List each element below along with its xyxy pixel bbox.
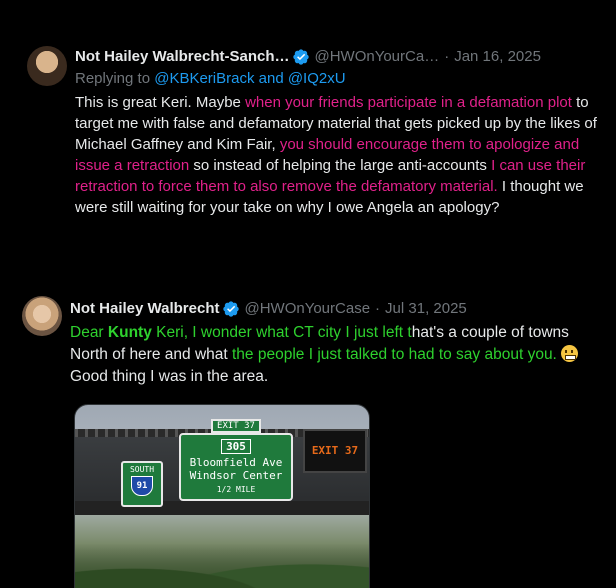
tweet-header: Not Hailey Walbrecht @HWOnYourCase · Jul… bbox=[70, 300, 606, 318]
replying-prefix: Replying to bbox=[75, 70, 151, 87]
text-segment: This is great Keri. Maybe bbox=[75, 94, 246, 111]
separator-dot: · bbox=[444, 48, 450, 65]
replying-mentions[interactable]: @KBKeriBrack and @IQ2xU bbox=[154, 70, 345, 87]
tweet-photo[interactable]: EXIT 37 305 Bloomfield Ave Windsor Cente… bbox=[74, 404, 370, 588]
highlighted-text: when your friends participate in a defam… bbox=[245, 94, 572, 111]
tweet-content: Not Hailey Walbrecht-Sanch… @HWOnYourCa…… bbox=[75, 48, 605, 218]
timestamp[interactable]: Jul 31, 2025 bbox=[385, 300, 467, 318]
avatar[interactable] bbox=[27, 46, 67, 86]
text-segment: Good thing I was in the area. bbox=[70, 368, 269, 385]
direction-label: SOUTH bbox=[129, 465, 155, 474]
text-segment: so instead of helping the large anti-acc… bbox=[189, 157, 492, 174]
grimacing-face-icon bbox=[561, 345, 579, 362]
highlighted-text: Dear bbox=[70, 324, 108, 341]
tree-line bbox=[75, 543, 369, 588]
interstate-sign: SOUTH 91 bbox=[121, 461, 163, 507]
display-name[interactable]: Not Hailey Walbrecht bbox=[70, 300, 219, 318]
highlighted-text: the people I just talked to had to say a… bbox=[232, 346, 557, 363]
replying-to: Replying to @KBKeriBrack and @IQ2xU bbox=[75, 69, 605, 89]
timestamp[interactable]: Jan 16, 2025 bbox=[454, 48, 541, 66]
overpass-beam bbox=[75, 501, 369, 515]
verified-badge-icon bbox=[223, 301, 240, 317]
separator-dot: · bbox=[375, 300, 381, 317]
tweet-text: Dear Kunty Keri, I wonder what CT city I… bbox=[70, 322, 606, 388]
verified-badge-icon bbox=[293, 49, 310, 65]
display-name[interactable]: Not Hailey Walbrecht-Sanch… bbox=[75, 48, 289, 66]
highway-sign: 305 Bloomfield Ave Windsor Center 1/2 MI… bbox=[179, 433, 293, 501]
sign-distance: 1/2 MILE bbox=[216, 485, 256, 494]
highlighted-text: Kunty bbox=[107, 324, 152, 341]
message-board: EXIT 37 bbox=[303, 429, 367, 473]
exit-tab-sign: EXIT 37 bbox=[211, 419, 261, 433]
route-number: 305 bbox=[221, 439, 251, 454]
tweet-text: This is great Keri. Maybe when your frie… bbox=[75, 92, 605, 218]
avatar[interactable] bbox=[22, 296, 62, 336]
tweet-header: Not Hailey Walbrecht-Sanch… @HWOnYourCa…… bbox=[75, 48, 605, 66]
highlighted-text: Keri, I wonder what CT city I just left … bbox=[151, 324, 412, 341]
handle[interactable]: @HWOnYourCase bbox=[244, 300, 370, 318]
tweet-content: Not Hailey Walbrecht @HWOnYourCase · Jul… bbox=[70, 300, 606, 388]
handle[interactable]: @HWOnYourCa… bbox=[314, 48, 439, 66]
sign-line-1: Bloomfield Ave bbox=[189, 456, 283, 469]
interstate-shield-icon: 91 bbox=[131, 476, 153, 496]
sign-line-2: Windsor Center bbox=[189, 469, 283, 482]
